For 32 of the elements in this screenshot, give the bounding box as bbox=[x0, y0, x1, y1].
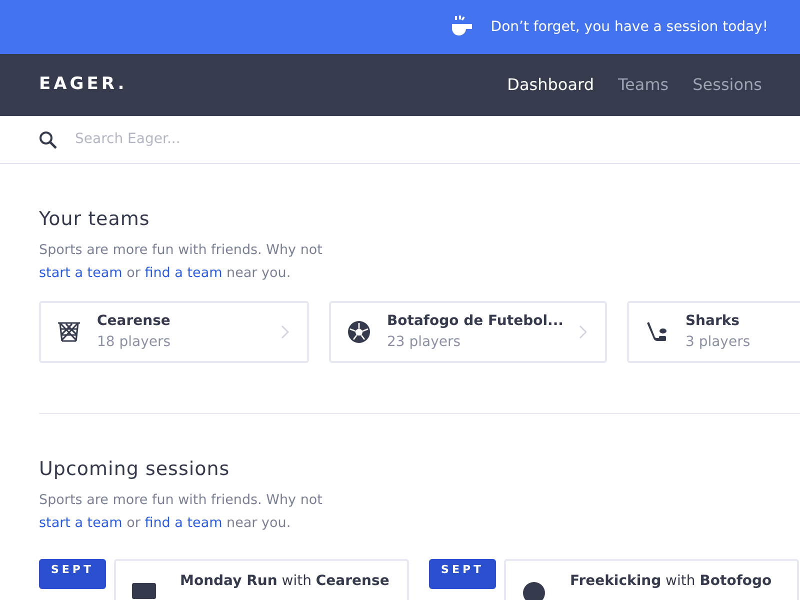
nav-link[interactable]: Dashboard bbox=[507, 73, 594, 97]
section-title: Your teams bbox=[39, 208, 151, 231]
team-name: Sharks bbox=[685, 312, 741, 331]
team-name: Botafogo de Futebol... bbox=[387, 312, 564, 331]
brand-logo[interactable]: EAGER. bbox=[39, 72, 128, 98]
session-card[interactable]: Monday Run with Cearense bbox=[114, 558, 410, 600]
session-title: Monday Run with Cearense bbox=[180, 572, 390, 591]
team-name: Cearense bbox=[97, 312, 172, 331]
hockey-stick-icon bbox=[645, 320, 670, 343]
session-title: Freekicking with Botofogo bbox=[570, 572, 772, 591]
section-description: Sports are more fun with friends. Why not start a team or find a team near you. bbox=[39, 240, 324, 283]
date-badge: SEPT bbox=[429, 558, 496, 589]
player-count: 3 players bbox=[685, 332, 752, 352]
section-description: Sports are more fun with friends. Why not start a team or find a team near you. bbox=[39, 490, 324, 533]
link[interactable]: start a team bbox=[39, 264, 122, 281]
nav-link[interactable]: Teams bbox=[618, 73, 669, 97]
date-badge: SEPT bbox=[39, 558, 106, 589]
nav-link[interactable]: Sessions bbox=[692, 73, 762, 97]
session-card[interactable]: Freekicking with Botofogo bbox=[504, 558, 800, 600]
soccer-ball-icon bbox=[347, 320, 371, 344]
team-card[interactable]: Botafogo de Futebol... 23 players bbox=[329, 300, 608, 363]
search-icon bbox=[39, 130, 57, 148]
player-count: 18 players bbox=[97, 332, 172, 352]
link[interactable]: find a team bbox=[144, 264, 222, 281]
section-title: Upcoming sessions bbox=[39, 458, 231, 481]
reminder-text: Don’t forget, you have a session today! bbox=[490, 18, 768, 36]
team-card[interactable]: Sharks 3 players bbox=[627, 300, 800, 363]
team-card[interactable]: Cearense 18 players bbox=[39, 300, 309, 363]
link[interactable]: find a team bbox=[144, 514, 222, 531]
basketball-net-icon bbox=[57, 320, 81, 343]
link[interactable]: start a team bbox=[39, 514, 122, 531]
player-count: 23 players bbox=[387, 332, 462, 352]
